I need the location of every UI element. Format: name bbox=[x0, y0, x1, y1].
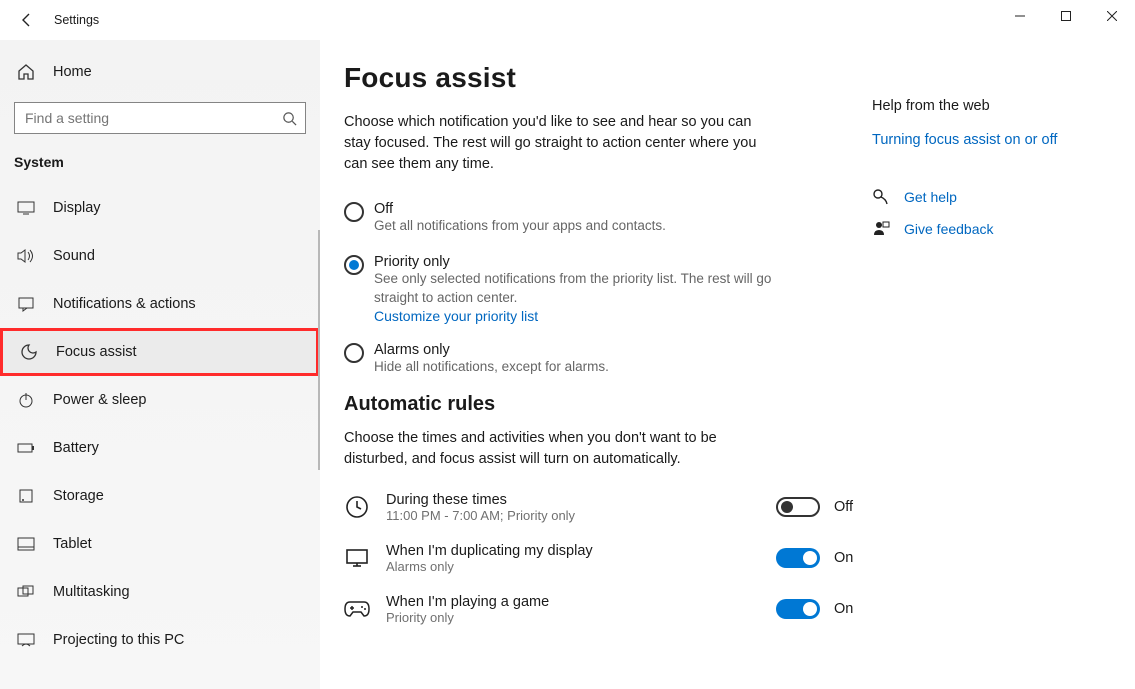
clock-icon bbox=[344, 495, 370, 519]
give-feedback-row[interactable]: Give feedback bbox=[872, 220, 1104, 238]
sidebar-item-tablet[interactable]: Tablet bbox=[0, 520, 320, 568]
sidebar-item-label: Sound bbox=[53, 248, 95, 264]
customize-priority-link[interactable]: Customize your priority list bbox=[374, 308, 794, 324]
rule-label: When I'm playing a game bbox=[386, 594, 776, 610]
sidebar-item-focus-assist[interactable]: Focus assist bbox=[0, 328, 319, 376]
rule-label: During these times bbox=[386, 492, 776, 508]
sidebar-item-display[interactable]: Display bbox=[0, 184, 320, 232]
toggle-display[interactable] bbox=[776, 548, 820, 568]
radio-priority[interactable]: Priority only See only selected notifica… bbox=[344, 254, 864, 324]
sidebar-item-label: Tablet bbox=[53, 536, 92, 552]
help-link-focus-assist[interactable]: Turning focus assist on or off bbox=[872, 132, 1104, 148]
radio-icon bbox=[344, 255, 364, 275]
projecting-icon bbox=[17, 633, 35, 647]
toggle-game[interactable] bbox=[776, 599, 820, 619]
toggle-state: On bbox=[834, 550, 864, 566]
page-title: Focus assist bbox=[344, 62, 864, 94]
sidebar-item-notifications[interactable]: Notifications & actions bbox=[0, 280, 320, 328]
toggle-state: Off bbox=[834, 499, 864, 515]
sidebar-item-label: Notifications & actions bbox=[53, 296, 196, 312]
radio-off[interactable]: Off Get all notifications from your apps… bbox=[344, 201, 864, 236]
rule-sub: 11:00 PM - 7:00 AM; Priority only bbox=[386, 508, 776, 523]
sidebar-item-label: Display bbox=[53, 200, 101, 216]
sidebar-item-label: Battery bbox=[53, 440, 99, 456]
focus-assist-icon bbox=[20, 344, 38, 360]
feedback-icon bbox=[872, 220, 890, 238]
rule-times[interactable]: During these times 11:00 PM - 7:00 AM; P… bbox=[344, 492, 864, 523]
sidebar-item-power[interactable]: Power & sleep bbox=[0, 376, 320, 424]
battery-icon bbox=[17, 442, 35, 454]
back-button[interactable] bbox=[18, 11, 36, 29]
multitasking-icon bbox=[17, 585, 35, 599]
sidebar-item-projecting[interactable]: Projecting to this PC bbox=[0, 616, 320, 664]
search-input[interactable] bbox=[14, 102, 306, 134]
sidebar: Home System Display Sound Notifications … bbox=[0, 40, 320, 689]
radio-label: Priority only bbox=[374, 254, 794, 270]
monitor-icon bbox=[344, 548, 370, 568]
sidebar-item-multitasking[interactable]: Multitasking bbox=[0, 568, 320, 616]
sidebar-home-label: Home bbox=[53, 64, 92, 80]
content: Focus assist Choose which notification y… bbox=[344, 62, 864, 689]
search-icon bbox=[282, 111, 297, 126]
toggle-times[interactable] bbox=[776, 497, 820, 517]
radio-sub: See only selected notifications from the… bbox=[374, 270, 794, 308]
titlebar: Settings bbox=[0, 0, 1135, 40]
display-icon bbox=[17, 201, 35, 215]
give-feedback-link[interactable]: Give feedback bbox=[904, 221, 994, 237]
sidebar-item-label: Projecting to this PC bbox=[53, 632, 184, 648]
rule-sub: Alarms only bbox=[386, 559, 776, 574]
page-intro: Choose which notification you'd like to … bbox=[344, 112, 774, 175]
sidebar-list: Display Sound Notifications & actions Fo… bbox=[0, 184, 320, 664]
close-button[interactable] bbox=[1089, 0, 1135, 32]
radio-icon bbox=[344, 343, 364, 363]
sidebar-item-label: Focus assist bbox=[56, 344, 137, 360]
help-web-heading: Help from the web bbox=[872, 98, 1104, 114]
home-icon bbox=[17, 63, 35, 81]
maximize-button[interactable] bbox=[1043, 0, 1089, 32]
sound-icon bbox=[17, 248, 35, 264]
window-controls bbox=[997, 0, 1135, 32]
sidebar-item-sound[interactable]: Sound bbox=[0, 232, 320, 280]
main: Focus assist Choose which notification y… bbox=[320, 40, 1135, 689]
get-help-row[interactable]: Get help bbox=[872, 188, 1104, 206]
sidebar-home[interactable]: Home bbox=[0, 52, 320, 92]
notifications-icon bbox=[17, 296, 35, 312]
help-icon bbox=[872, 188, 890, 206]
right-column: Help from the web Turning focus assist o… bbox=[864, 98, 1104, 689]
search-field[interactable] bbox=[23, 109, 282, 127]
sidebar-item-battery[interactable]: Battery bbox=[0, 424, 320, 472]
sidebar-item-label: Multitasking bbox=[53, 584, 130, 600]
radio-alarms[interactable]: Alarms only Hide all notifications, exce… bbox=[344, 342, 864, 377]
rule-sub: Priority only bbox=[386, 610, 776, 625]
radio-icon bbox=[344, 202, 364, 222]
auto-rules-title: Automatic rules bbox=[344, 393, 864, 416]
rule-label: When I'm duplicating my display bbox=[386, 543, 776, 559]
rule-game[interactable]: When I'm playing a game Priority only On bbox=[344, 594, 864, 625]
radio-label: Off bbox=[374, 201, 666, 217]
minimize-button[interactable] bbox=[997, 0, 1043, 32]
window-title: Settings bbox=[54, 13, 99, 27]
auto-rules-desc: Choose the times and activities when you… bbox=[344, 428, 774, 470]
power-icon bbox=[17, 392, 35, 408]
sidebar-item-label: Storage bbox=[53, 488, 104, 504]
sidebar-group: System bbox=[0, 148, 320, 184]
radio-label: Alarms only bbox=[374, 342, 609, 358]
get-help-link[interactable]: Get help bbox=[904, 189, 957, 205]
sidebar-item-label: Power & sleep bbox=[53, 392, 147, 408]
toggle-state: On bbox=[834, 601, 864, 617]
rule-display[interactable]: When I'm duplicating my display Alarms o… bbox=[344, 543, 864, 574]
sidebar-item-storage[interactable]: Storage bbox=[0, 472, 320, 520]
tablet-icon bbox=[17, 537, 35, 551]
sidebar-scrollbar[interactable] bbox=[318, 230, 320, 470]
storage-icon bbox=[17, 488, 35, 504]
radio-sub: Get all notifications from your apps and… bbox=[374, 217, 666, 236]
gamepad-icon bbox=[344, 600, 370, 618]
radio-sub: Hide all notifications, except for alarm… bbox=[374, 358, 609, 377]
